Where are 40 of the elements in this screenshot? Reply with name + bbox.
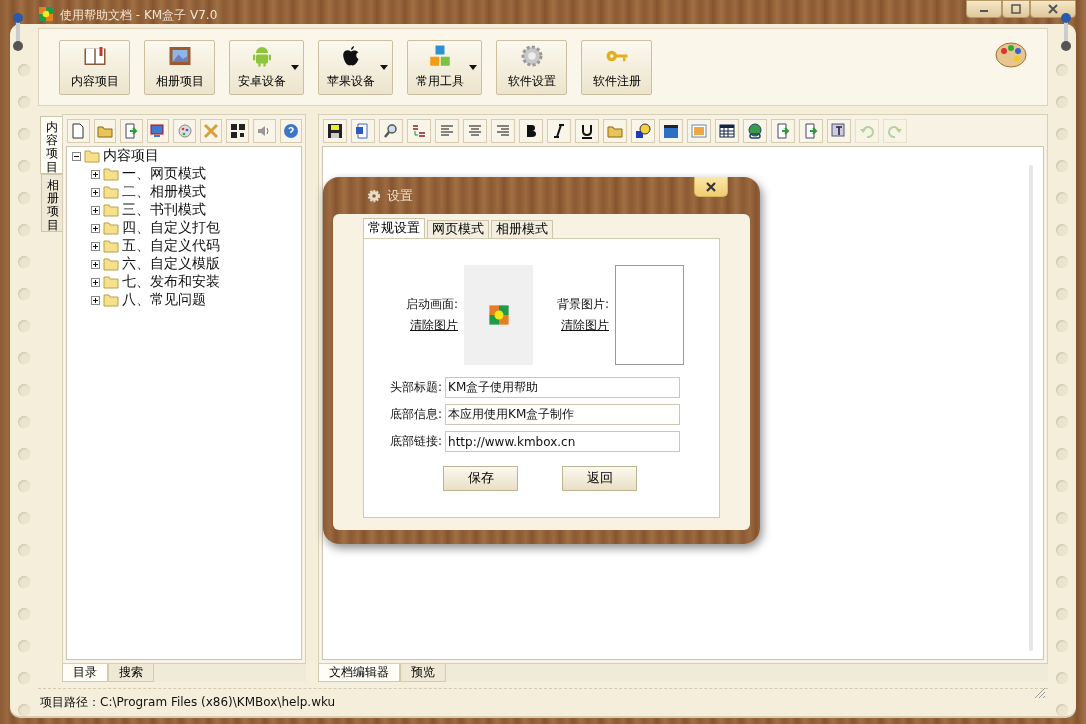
tree-item[interactable]: 一、网页模式 [122,165,206,183]
tree-item[interactable]: 六、自定义模版 [122,255,220,273]
panel-tab[interactable]: 目录 [62,664,108,682]
splash-label: 启动画面: [405,296,458,313]
status-text: 项目路径：C:\Program Files (x86)\KMBox\help.wku [40,694,336,711]
toolbar-button[interactable]: 安卓设备 [229,39,304,95]
background-label: 背景图片: [556,296,609,313]
input-field[interactable]: 本应用使用KM盒子制作 [445,404,681,425]
window-title: 使用帮助文档 - KM盒子 V7.0 [60,7,218,24]
side-tab[interactable]: 相册项目 [41,174,63,232]
field-label: 底部信息: [390,406,443,423]
dialog-tab[interactable]: 相册模式 [491,220,553,238]
input-field[interactable]: http://www.kmbox.cn [445,431,681,452]
dialog-tab[interactable]: 网页模式 [427,220,489,238]
dialog-button[interactable]: 保存 [443,466,518,491]
tree-item[interactable]: 八、常见问题 [122,291,206,309]
tree-item[interactable]: 内容项目 [103,147,159,165]
toolbar-button[interactable]: 软件设置 [496,39,567,95]
toolbar-button[interactable]: 相册项目 [144,39,215,95]
side-tab[interactable]: 内容项目 [40,116,62,174]
toolbar-button[interactable]: 苹果设备 [318,39,393,95]
clear-image-link[interactable]: 清除图片 [410,317,458,334]
toolbar-button[interactable]: 常用工具 [407,39,482,95]
toolbar-button[interactable]: 内容项目 [59,39,130,95]
input-field[interactable]: KM盒子使用帮助 [445,377,681,398]
dialog-title: 设置 [387,186,413,205]
clear-image-link[interactable]: 清除图片 [561,317,609,334]
dialog-tab[interactable]: 常规设置 [363,218,425,238]
tree-item[interactable]: 七、发布和安装 [122,273,220,291]
tree-item[interactable]: 二、相册模式 [122,183,206,201]
field-label: 底部链接: [390,433,443,450]
tree-item[interactable]: 三、书刊模式 [122,201,206,219]
editor-tab[interactable]: 预览 [400,664,446,682]
editor-tab[interactable]: 文档编辑器 [318,664,400,682]
panel-tab[interactable]: 搜索 [108,664,154,682]
toolbar-button[interactable]: 软件注册 [581,39,652,95]
dialog-button[interactable]: 返回 [562,466,637,491]
tree-item[interactable]: 五、自定义代码 [122,237,220,255]
field-label: 头部标题: [390,379,443,396]
tree-item[interactable]: 四、自定义打包 [122,219,220,237]
